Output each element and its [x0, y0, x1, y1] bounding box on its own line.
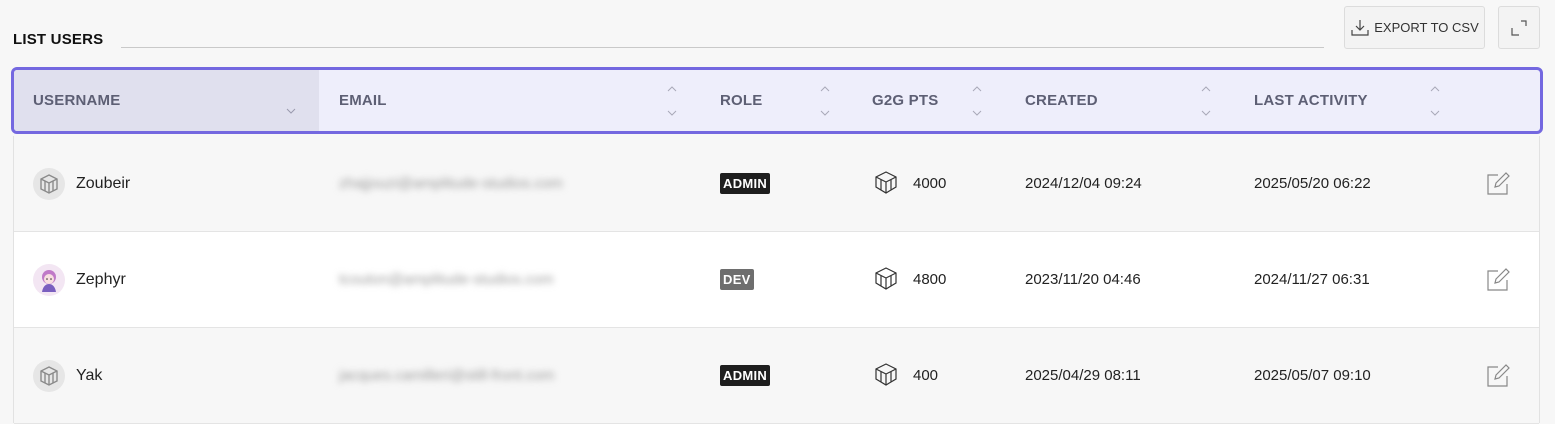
role-badge: ADMIN: [720, 173, 771, 194]
g2g-pts-cell: 4800: [913, 271, 947, 288]
sort-icon[interactable]: [1430, 84, 1440, 118]
cube-avatar-icon: [33, 360, 65, 392]
character-avatar-icon: [33, 264, 65, 296]
last-activity-cell: 2025/05/07 09:10: [1254, 367, 1371, 384]
column-header-role[interactable]: ROLE: [720, 70, 870, 131]
column-header-username[interactable]: USERNAME: [14, 70, 319, 131]
g2g-cube-icon: [873, 170, 899, 201]
role-cell: ADMIN: [720, 328, 771, 423]
edit-icon[interactable]: [1486, 268, 1510, 297]
expand-icon: [1510, 19, 1528, 37]
table-row[interactable]: Yak jacques.camilleri@still-front.com AD…: [14, 328, 1539, 424]
column-header-label: ROLE: [720, 92, 763, 109]
cube-avatar-icon: [33, 168, 65, 200]
username-cell: Zephyr: [76, 270, 126, 288]
role-cell: DEV: [720, 232, 754, 327]
sort-icon[interactable]: [820, 84, 830, 118]
column-header-label: CREATED: [1025, 92, 1098, 109]
export-csv-label: EXPORT TO CSV: [1374, 20, 1479, 35]
role-cell: ADMIN: [720, 136, 771, 231]
created-cell: 2025/04/29 08:11: [1025, 367, 1141, 384]
export-csv-button[interactable]: EXPORT TO CSV: [1344, 6, 1485, 49]
g2g-cube-icon: [873, 266, 899, 297]
column-header-label: LAST ACTIVITY: [1254, 92, 1368, 109]
toolbar: LIST USERS EXPORT TO CSV: [0, 0, 1555, 60]
last-activity-cell: 2024/11/27 06:31: [1254, 271, 1370, 288]
column-header-created[interactable]: CREATED: [1025, 70, 1245, 131]
edit-icon[interactable]: [1486, 364, 1510, 393]
g2g-cube-icon: [873, 362, 899, 393]
table-row[interactable]: Zephyr tcouton@amplitude-studios.com DEV…: [14, 232, 1539, 328]
users-table: Zoubeir zhajjouzi@amplitude-studios.com …: [13, 136, 1540, 424]
g2g-pts-cell: 400: [913, 367, 939, 384]
page-title: LIST USERS: [13, 31, 104, 48]
column-header-label: USERNAME: [33, 92, 121, 109]
created-cell: 2024/12/04 09:24: [1025, 175, 1142, 192]
column-header-last-activity[interactable]: LAST ACTIVITY: [1254, 70, 1484, 131]
column-header-label: G2G PTS: [872, 92, 939, 109]
column-header-g2g-pts[interactable]: G2G PTS: [872, 70, 1022, 131]
email-cell: tcouton@amplitude-studios.com: [339, 271, 554, 288]
role-badge: ADMIN: [720, 365, 771, 386]
sort-icon[interactable]: [667, 84, 677, 118]
expand-button[interactable]: [1498, 6, 1540, 49]
sort-icon[interactable]: [1201, 84, 1211, 118]
g2g-pts-cell: 4000: [913, 175, 947, 192]
table-row[interactable]: Zoubeir zhajjouzi@amplitude-studios.com …: [14, 136, 1539, 232]
last-activity-cell: 2025/05/20 06:22: [1254, 175, 1371, 192]
role-badge: DEV: [720, 269, 754, 290]
table-header: USERNAME EMAIL ROLE G2G PTS CREATED LAST…: [11, 67, 1543, 134]
download-icon: [1350, 18, 1370, 38]
edit-icon[interactable]: [1486, 172, 1510, 201]
username-cell: Yak: [76, 366, 103, 384]
column-header-email[interactable]: EMAIL: [339, 70, 719, 131]
created-cell: 2023/11/20 04:46: [1025, 271, 1141, 288]
sort-desc-icon[interactable]: [286, 84, 296, 118]
title-divider: [121, 47, 1324, 48]
sort-icon[interactable]: [972, 84, 982, 118]
email-cell: jacques.camilleri@still-front.com: [339, 367, 555, 384]
email-cell: zhajjouzi@amplitude-studios.com: [339, 175, 563, 192]
username-cell: Zoubeir: [76, 174, 131, 192]
column-header-label: EMAIL: [339, 92, 387, 109]
